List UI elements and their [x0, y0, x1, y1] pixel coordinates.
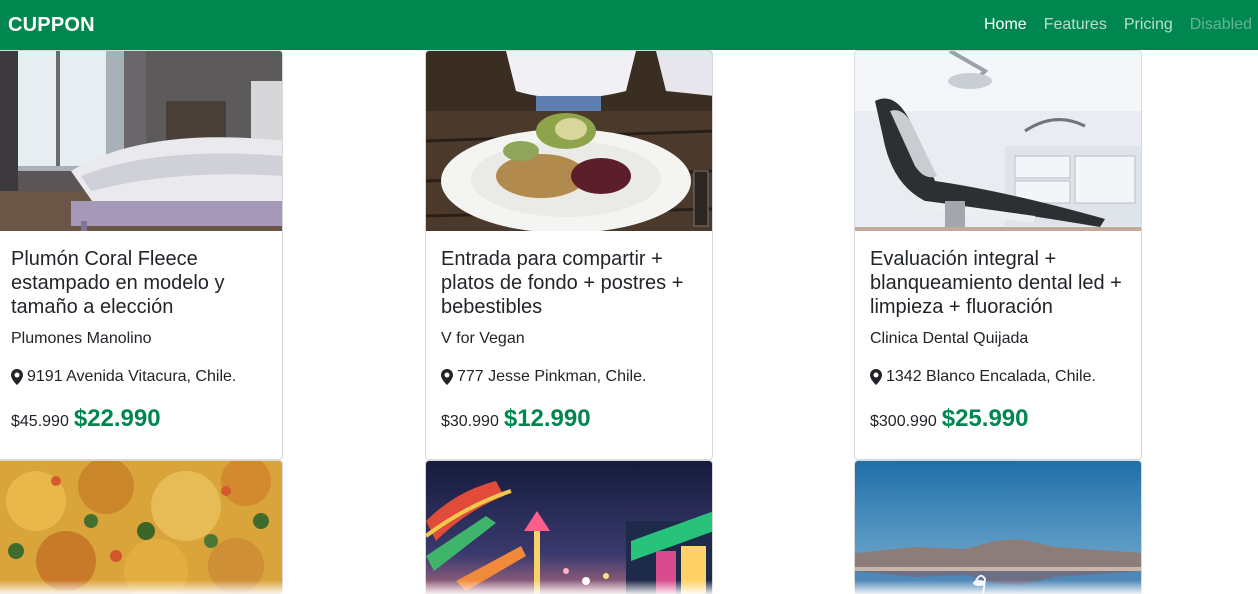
address-text: 1342 Blanco Encalada, Chile. [886, 368, 1096, 385]
original-price: $30.990 [441, 413, 499, 430]
deal-card[interactable]: Evaluación integral + blanqueamiento den… [854, 50, 1142, 460]
nav-links: Home Features Pricing Disabled [967, 0, 1258, 50]
map-marker-icon [870, 369, 882, 385]
nav-pricing-link[interactable]: Pricing [1124, 16, 1173, 34]
navbar: CUPPON Home Features Pricing Disabled [0, 0, 1258, 50]
price-row: $30.990 $12.990 [441, 405, 700, 433]
deal-card[interactable] [854, 460, 1142, 594]
discount-price: $25.990 [941, 405, 1029, 432]
deal-card[interactable]: Plumón Coral Fleece estampado en modelo … [0, 50, 283, 460]
price-row: $45.990 $22.990 [11, 405, 270, 433]
deal-title[interactable]: Entrada para compartir + platos de fondo… [441, 247, 700, 319]
dental-chair-photo[interactable] [855, 51, 1141, 231]
deal-title[interactable]: Plumón Coral Fleece estampado en modelo … [11, 247, 270, 319]
salt-lake-flamingo-photo[interactable] [855, 461, 1141, 594]
map-marker-icon [441, 369, 453, 385]
deal-title[interactable]: Evaluación integral + blanqueamiento den… [870, 247, 1129, 319]
address-text: 9191 Avenida Vitacura, Chile. [27, 368, 237, 385]
deal-card[interactable] [0, 460, 283, 594]
deal-address: 1342 Blanco Encalada, Chile. [870, 368, 1129, 386]
amusement-park-photo[interactable] [426, 461, 712, 594]
original-price: $45.990 [11, 413, 69, 430]
price-row: $300.990 $25.990 [870, 405, 1129, 433]
deal-card[interactable] [425, 460, 713, 594]
deal-address: 9191 Avenida Vitacura, Chile. [11, 368, 270, 386]
discount-price: $12.990 [503, 405, 591, 432]
original-price: $300.990 [870, 413, 937, 430]
address-text: 777 Jesse Pinkman, Chile. [457, 368, 647, 385]
scroll-fade [0, 580, 1258, 594]
deal-card[interactable]: Entrada para compartir + platos de fondo… [425, 50, 713, 460]
merchant-name: Plumones Manolino [11, 330, 152, 347]
brand-logo[interactable]: CUPPON [0, 14, 95, 37]
map-marker-icon [11, 369, 23, 385]
nav-features-link[interactable]: Features [1044, 16, 1107, 34]
food-closeup-photo[interactable] [0, 461, 282, 594]
nav-home-link[interactable]: Home [984, 16, 1027, 34]
deal-address: 777 Jesse Pinkman, Chile. [441, 368, 700, 386]
bedroom-photo[interactable] [0, 51, 282, 231]
discount-price: $22.990 [73, 405, 161, 432]
nav-disabled-link: Disabled [1189, 16, 1252, 33]
merchant-name: Clinica Dental Quijada [870, 330, 1029, 347]
vegan-dish-photo[interactable] [426, 51, 712, 231]
merchant-name: V for Vegan [441, 330, 525, 347]
